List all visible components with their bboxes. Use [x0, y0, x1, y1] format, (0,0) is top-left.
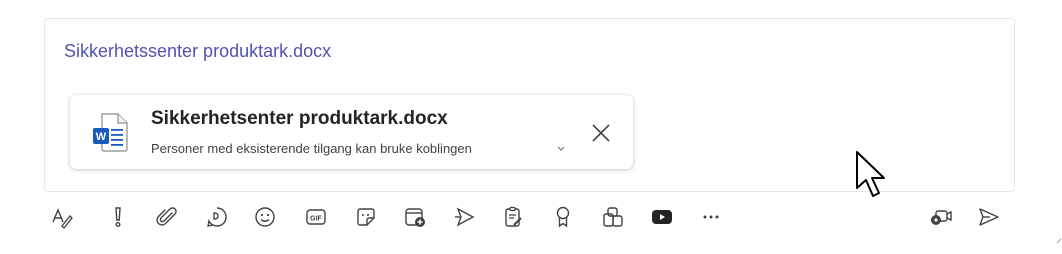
approvals-icon[interactable]	[498, 202, 528, 232]
edge-indicator-icon	[1056, 238, 1062, 244]
important-icon[interactable]	[103, 202, 133, 232]
youtube-icon[interactable]	[647, 202, 677, 232]
stream-icon[interactable]	[450, 202, 480, 232]
loop-icon[interactable]	[202, 202, 232, 232]
attach-icon[interactable]	[152, 202, 182, 232]
format-icon[interactable]	[47, 202, 77, 232]
svg-text:GIF: GIF	[310, 216, 322, 223]
praise-icon[interactable]	[548, 202, 578, 232]
more-icon[interactable]	[696, 202, 726, 232]
close-icon[interactable]	[587, 119, 615, 147]
meet-now-icon[interactable]	[926, 202, 956, 232]
attachment-title: Sikkerhetsenter produktark.docx	[151, 108, 448, 129]
sticker-icon[interactable]	[351, 202, 381, 232]
word-doc-icon: W	[93, 113, 128, 152]
mouse-pointer-icon	[856, 151, 885, 197]
attachment-card[interactable]: W Sikkerhetsenter produktark.docx Person…	[70, 95, 633, 169]
apps-icon[interactable]	[598, 202, 628, 232]
gif-icon[interactable]: GIF	[301, 202, 331, 232]
file-link[interactable]: Sikkerhetssenter produktark.docx	[64, 41, 331, 62]
send-icon[interactable]	[974, 202, 1004, 232]
svg-text:W: W	[96, 131, 107, 143]
emoji-icon[interactable]	[250, 202, 280, 232]
schedule-meeting-icon[interactable]	[400, 202, 430, 232]
permission-text[interactable]: Personer med eksisterende tilgang kan br…	[151, 141, 472, 156]
chevron-down-icon[interactable]	[554, 141, 568, 155]
